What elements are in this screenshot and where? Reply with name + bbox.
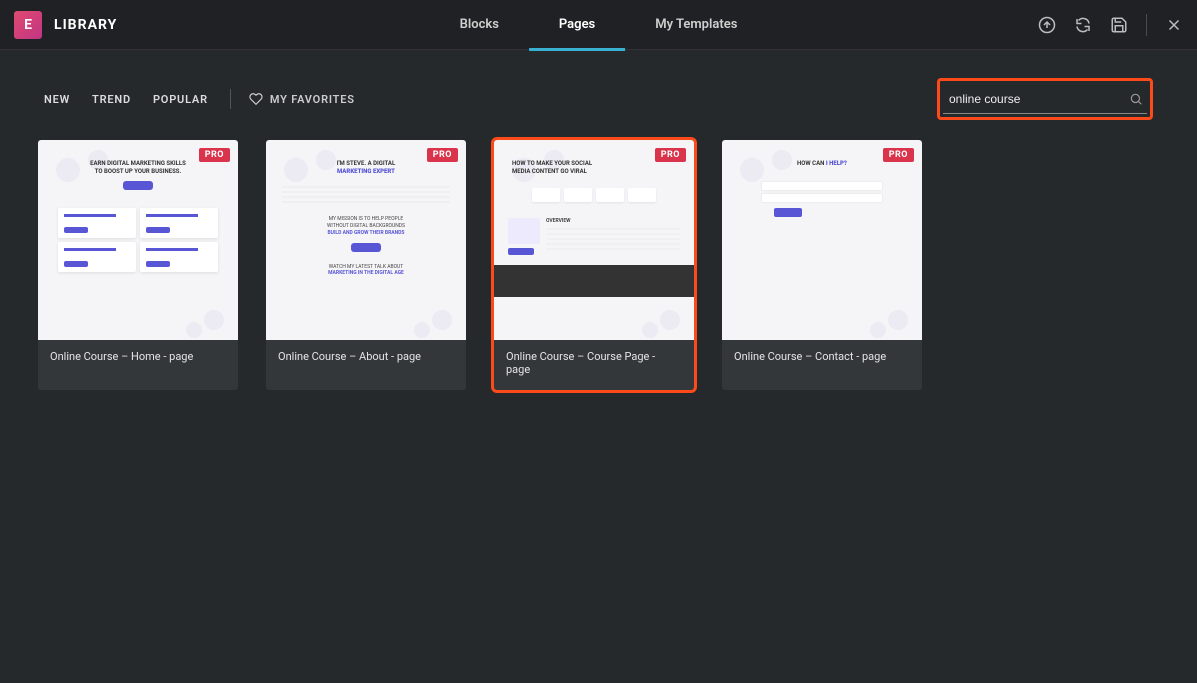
- thumb-text: HOW TO MAKE YOUR SOCIAL: [512, 160, 592, 167]
- thumb-text: MEDIA CONTENT GO VIRAL: [512, 168, 587, 175]
- library-header: E LIBRARY Blocks Pages My Templates: [0, 0, 1197, 50]
- favorites-label: MY FAVORITES: [270, 93, 355, 106]
- thumb-text: BUILD AND GROW THEIR BRANDS: [327, 230, 404, 236]
- close-icon[interactable]: [1165, 16, 1183, 34]
- search-input[interactable]: [943, 88, 1129, 110]
- template-card-about[interactable]: PRO I'M STEVE. A DIGITAL MARKETING EXPER…: [266, 140, 466, 390]
- thumb-text: OVERVIEW: [546, 218, 582, 224]
- thumb-text: MARKETING EXPERT: [337, 168, 395, 175]
- filter-favorites[interactable]: MY FAVORITES: [249, 92, 355, 106]
- search-field: [943, 84, 1147, 114]
- template-thumb: PRO HOW CAN I HELP?: [722, 140, 922, 340]
- templates-grid: PRO EARN DIGITAL MARKETING SKILLS TO BOO…: [0, 132, 1197, 398]
- elementor-logo: E: [14, 11, 42, 39]
- template-card-course-page[interactable]: PRO HOW TO MAKE YOUR SOCIAL MEDIA CONTEN…: [494, 140, 694, 390]
- template-title: Online Course – About - page: [266, 340, 466, 377]
- search-highlight-box: [937, 78, 1153, 120]
- thumb-text: WITHOUT DIGITAL BACKGROUNDS: [327, 223, 405, 229]
- tab-blocks[interactable]: Blocks: [430, 0, 529, 50]
- thumb-text: MARKETING IN THE DIGITAL AGE: [328, 270, 404, 276]
- template-title: Online Course – Home - page: [38, 340, 238, 377]
- thumb-text: EARN DIGITAL MARKETING SKILLS: [90, 160, 186, 167]
- search-icon[interactable]: [1129, 92, 1143, 106]
- thumb-button: [123, 181, 153, 190]
- tab-my-templates[interactable]: My Templates: [625, 0, 767, 50]
- header-tabs: Blocks Pages My Templates: [430, 0, 768, 50]
- template-thumb: PRO I'M STEVE. A DIGITAL MARKETING EXPER…: [266, 140, 466, 340]
- filter-trend[interactable]: TREND: [92, 93, 131, 106]
- template-card-contact[interactable]: PRO HOW CAN I HELP? Online Course – Cont…: [722, 140, 922, 390]
- template-thumb: PRO EARN DIGITAL MARKETING SKILLS TO BOO…: [38, 140, 238, 340]
- template-title: Online Course – Course Page - page: [494, 340, 694, 390]
- tab-pages[interactable]: Pages: [529, 0, 625, 50]
- library-title: LIBRARY: [54, 17, 117, 33]
- upload-icon[interactable]: [1038, 16, 1056, 34]
- header-actions: [1038, 14, 1183, 36]
- save-icon[interactable]: [1110, 16, 1128, 34]
- template-thumb: PRO HOW TO MAKE YOUR SOCIAL MEDIA CONTEN…: [494, 140, 694, 340]
- sync-icon[interactable]: [1074, 16, 1092, 34]
- header-divider: [1146, 14, 1147, 36]
- heart-icon: [249, 92, 263, 106]
- filter-popular[interactable]: POPULAR: [153, 93, 208, 106]
- thumb-preview: HOW TO MAKE YOUR SOCIAL MEDIA CONTENT GO…: [494, 140, 694, 340]
- filter-divider: [230, 89, 231, 109]
- thumb-text: MY MISSION IS TO HELP PEOPLE: [329, 216, 404, 222]
- thumb-text: TO BOOST UP YOUR BUSINESS.: [95, 168, 181, 175]
- thumb-preview: EARN DIGITAL MARKETING SKILLS TO BOOST U…: [38, 140, 238, 340]
- template-card-home[interactable]: PRO EARN DIGITAL MARKETING SKILLS TO BOO…: [38, 140, 238, 390]
- template-title: Online Course – Contact - page: [722, 340, 922, 377]
- thumb-preview: HOW CAN I HELP?: [722, 140, 922, 340]
- filter-new[interactable]: NEW: [44, 93, 70, 106]
- filter-bar: NEW TREND POPULAR MY FAVORITES: [0, 50, 1197, 132]
- thumb-text: I'M STEVE. A DIGITAL: [337, 160, 395, 167]
- thumb-preview: I'M STEVE. A DIGITAL MARKETING EXPERT MY…: [266, 140, 466, 340]
